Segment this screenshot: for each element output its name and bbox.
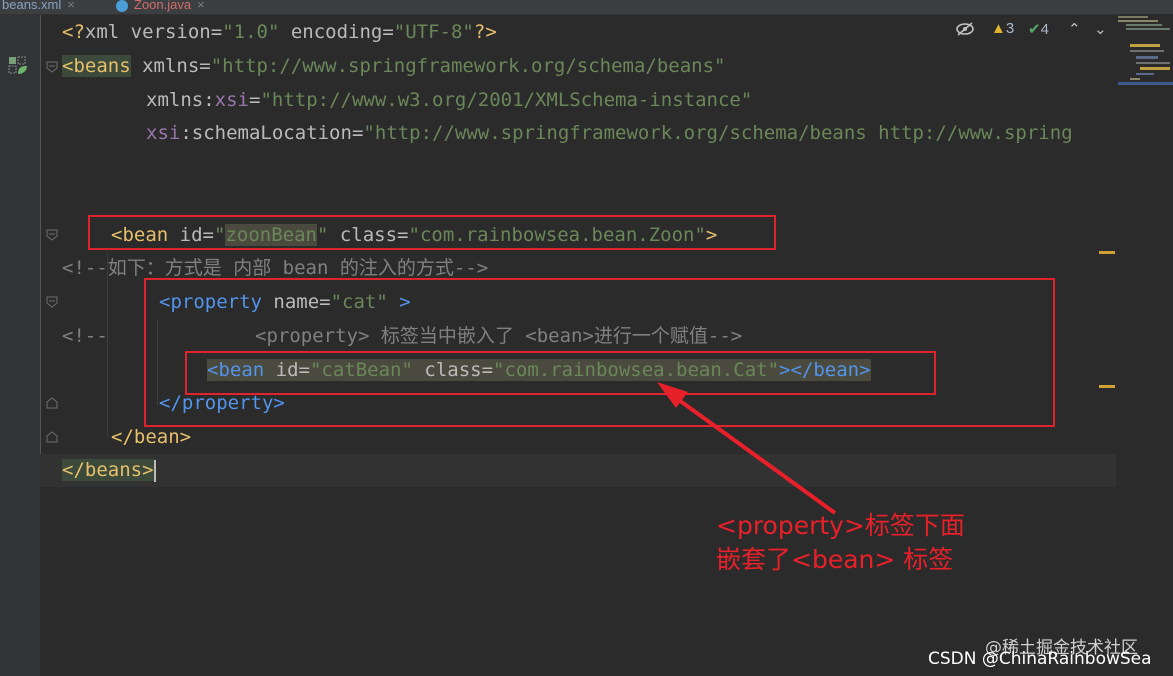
tab-label: Zoon.java [134,0,192,12]
code-line-2[interactable]: <beans xmlns="http://www.springframework… [62,50,726,83]
inspection-widget[interactable] [955,20,975,44]
minimap[interactable] [1116,14,1173,86]
editor-tab-bar: beans.xml × Zoon.java × [0,0,1173,15]
close-icon[interactable]: × [197,0,205,12]
tab-beans-xml[interactable]: beans.xml × [2,0,75,14]
annotation-text-2: 嵌套了<bean> 标签 [716,545,954,574]
java-class-icon [116,0,128,12]
fold-end-icon[interactable] [46,397,58,409]
text-caret [153,459,156,482]
chevron-up-icon[interactable]: ⌃ [1068,20,1081,44]
current-line-highlight [40,454,1116,487]
gutter-divider [40,15,41,485]
code-line-beans-close[interactable]: </beans> [62,454,156,487]
fold-icon[interactable] [46,229,58,241]
highlight-box-bean [88,215,776,250]
reader-mode-icon[interactable] [955,21,975,37]
code-line-1[interactable]: <?xml version="1.0" encoding="UTF-8"?> [62,16,497,49]
code-line-4[interactable]: xsi:schemaLocation="http://www.springfra… [146,117,1116,150]
tab-zoon-java[interactable]: Zoon.java × [116,0,205,14]
warning-marker[interactable] [1099,251,1115,254]
code-line-3[interactable]: xmlns:xsi="http://www.w3.org/2001/XMLSch… [146,84,752,117]
fold-end-icon[interactable] [46,431,58,443]
check-icon: ✔ [1028,21,1041,38]
highlight-box-inner-bean [185,351,936,395]
fold-icon[interactable] [46,296,58,308]
chevron-down-icon[interactable]: ⌄ [1094,20,1107,44]
close-icon[interactable]: × [67,0,75,12]
tab-label: beans.xml [2,0,62,12]
spring-bean-icon[interactable] [8,56,28,76]
warnings-indicator[interactable]: ▲3 [991,20,1014,44]
fold-icon[interactable] [46,61,58,73]
csdn-watermark: CSDN @ChinaRainbowSea [928,649,1152,669]
line-gutter [0,15,40,676]
warning-marker[interactable] [1099,385,1115,388]
warning-icon: ▲ [991,20,1006,37]
ok-indicator[interactable]: ✔4 [1028,20,1049,44]
annotation-text-1: <property>标签下面 [716,511,965,540]
code-line-comment-start[interactable]: <!-- [62,320,108,353]
